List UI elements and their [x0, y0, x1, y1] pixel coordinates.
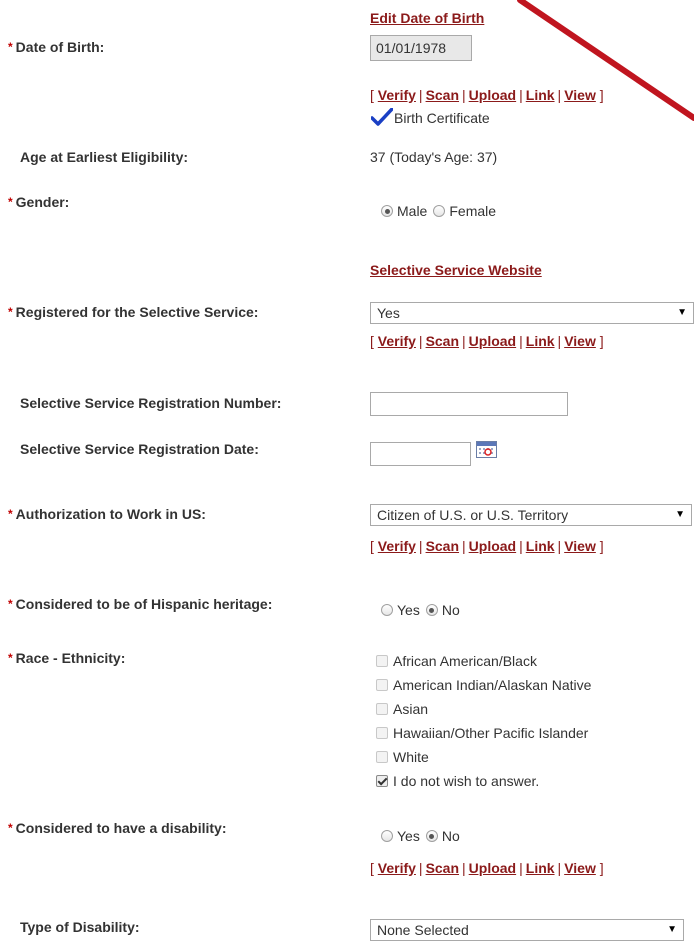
- disability-type-select[interactable]: None Selected ▼: [370, 919, 684, 941]
- gender-male-radio[interactable]: [381, 205, 393, 217]
- dob-document-actions: [ Verify | Scan | Upload | Link | View ]: [370, 87, 604, 103]
- registration-date-input[interactable]: [370, 442, 471, 466]
- date-of-birth-field: 01/01/1978: [370, 35, 472, 61]
- link-link[interactable]: Link: [526, 538, 555, 554]
- hispanic-yes-radio[interactable]: [381, 604, 393, 616]
- work-authorization-document-actions: [ Verify | Scan | Upload | Link | View ]: [370, 538, 604, 554]
- disability-document-actions: [ Verify | Scan | Upload | Link | View ]: [370, 860, 604, 876]
- race-option: Hawaiian/Other Pacific Islander: [376, 721, 591, 745]
- hispanic-heritage-label: * Considered to be of Hispanic heritage:: [8, 596, 273, 612]
- disability-label: * Considered to have a disability:: [8, 820, 227, 836]
- verify-link[interactable]: Verify: [378, 538, 416, 554]
- race-option: African American/Black: [376, 649, 591, 673]
- upload-link[interactable]: Upload: [469, 860, 516, 876]
- verify-link[interactable]: Verify: [378, 87, 416, 103]
- view-link[interactable]: View: [564, 87, 596, 103]
- race-option: White: [376, 745, 591, 769]
- scan-link[interactable]: Scan: [426, 333, 459, 349]
- upload-link[interactable]: Upload: [469, 333, 516, 349]
- link-link[interactable]: Link: [526, 333, 555, 349]
- race-checkbox[interactable]: [376, 775, 388, 787]
- disability-yes-radio[interactable]: [381, 830, 393, 842]
- gender-female-radio[interactable]: [433, 205, 446, 217]
- dropdown-arrow-icon: ▼: [667, 924, 677, 935]
- work-authorization-select[interactable]: Citizen of U.S. or U.S. Territory ▼: [370, 504, 692, 526]
- gender-radio-group: Male Female: [381, 203, 502, 219]
- calendar-icon[interactable]: [476, 441, 497, 458]
- registered-selective-service-label: * Registered for the Selective Service:: [8, 304, 259, 320]
- age-label: Age at Earliest Eligibility:: [20, 149, 189, 165]
- race-checkbox[interactable]: [376, 703, 388, 715]
- race-checkbox[interactable]: [376, 679, 388, 691]
- link-link[interactable]: Link: [526, 87, 555, 103]
- dropdown-arrow-icon: ▼: [677, 307, 687, 318]
- verify-link[interactable]: Verify: [378, 333, 416, 349]
- hispanic-radio-group: Yes No: [381, 602, 466, 618]
- view-link[interactable]: View: [564, 538, 596, 554]
- upload-link[interactable]: Upload: [469, 538, 516, 554]
- disability-no-radio[interactable]: [425, 830, 438, 842]
- hispanic-no-radio[interactable]: [425, 604, 438, 616]
- race-option: Asian: [376, 697, 591, 721]
- scan-link[interactable]: Scan: [426, 87, 459, 103]
- race-ethnicity-checkbox-list: African American/Black American Indian/A…: [376, 649, 591, 793]
- link-link[interactable]: Link: [526, 860, 555, 876]
- gender-label: * Gender:: [8, 194, 70, 210]
- verify-link[interactable]: Verify: [378, 860, 416, 876]
- checkmark-icon: [371, 108, 393, 126]
- disability-radio-group: Yes No: [381, 828, 466, 844]
- scan-link[interactable]: Scan: [426, 538, 459, 554]
- work-authorization-label: * Authorization to Work in US:: [8, 506, 206, 522]
- race-ethnicity-label: * Race - Ethnicity:: [8, 650, 126, 666]
- selective-service-document-actions: [ Verify | Scan | Upload | Link | View ]: [370, 333, 604, 349]
- race-option: American Indian/Alaskan Native: [376, 673, 591, 697]
- registration-number-label: Selective Service Registration Number:: [20, 395, 282, 411]
- race-checkbox[interactable]: [376, 655, 388, 667]
- disability-type-label: Type of Disability:: [20, 919, 140, 935]
- race-checkbox[interactable]: [376, 727, 388, 739]
- registration-date-label: Selective Service Registration Date:: [20, 441, 259, 457]
- race-checkbox[interactable]: [376, 751, 388, 763]
- registration-number-input[interactable]: [370, 392, 568, 416]
- upload-link[interactable]: Upload: [469, 87, 516, 103]
- dropdown-arrow-icon: ▼: [675, 509, 685, 520]
- scan-link[interactable]: Scan: [426, 860, 459, 876]
- age-value: 37 (Today's Age: 37): [370, 149, 498, 165]
- date-of-birth-label: * Date of Birth:: [8, 39, 105, 55]
- race-option: I do not wish to answer.: [376, 769, 591, 793]
- view-link[interactable]: View: [564, 333, 596, 349]
- birth-certificate-label: Birth Certificate: [394, 110, 490, 126]
- registered-selective-service-select[interactable]: Yes ▼: [370, 302, 694, 324]
- view-link[interactable]: View: [564, 860, 596, 876]
- selective-service-website-link[interactable]: Selective Service Website: [370, 262, 542, 278]
- annotation-arrow: [517, 0, 694, 121]
- edit-date-of-birth-link[interactable]: Edit Date of Birth: [370, 10, 484, 26]
